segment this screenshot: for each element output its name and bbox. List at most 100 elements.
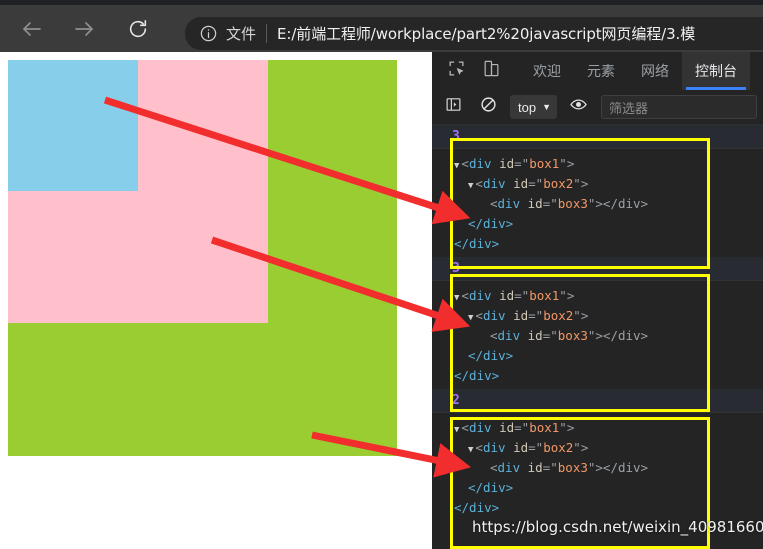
console-code-line[interactable]: ▼ <div id="box2">	[432, 437, 763, 457]
execution-context-select[interactable]: top ▼	[510, 95, 557, 119]
console-code-line[interactable]: </div>	[432, 497, 763, 517]
attr-value: box3	[557, 327, 588, 343]
console-sidebar-button[interactable]	[440, 94, 466, 120]
console-message-group[interactable]: 3 ▼ <div id="box1"> ▼ <div id="box2"> <div id…	[432, 125, 763, 257]
live-expression-button[interactable]	[565, 94, 591, 120]
attr-value: box1	[529, 419, 560, 435]
closing-tag: </div>	[468, 479, 514, 495]
console-code-line[interactable]: ▼ <div id="box2">	[432, 173, 763, 193]
disclosure-triangle-icon[interactable]: ▼	[454, 293, 459, 303]
console-code-line[interactable]: <div id="box3"></div>	[432, 325, 763, 345]
attr-name: id	[527, 195, 543, 211]
tab-network[interactable]: 网络	[628, 52, 682, 90]
disclosure-triangle-icon[interactable]: ▼	[454, 161, 459, 171]
console-code-line[interactable]: </div>	[432, 213, 763, 233]
code-line-content: </div>	[432, 500, 499, 515]
console-code-line[interactable]: ▼ <div id="box1">	[432, 285, 763, 305]
tab-console[interactable]: 控制台	[682, 52, 750, 90]
back-button[interactable]	[12, 9, 52, 49]
clear-console-button[interactable]	[475, 94, 501, 120]
console-code-line[interactable]: </div>	[432, 477, 763, 497]
angle-open: <	[475, 175, 483, 191]
clear-console-icon	[480, 96, 497, 118]
info-circle-icon[interactable]	[197, 23, 219, 45]
angle-open: <	[461, 155, 469, 171]
attr-eq: ="	[542, 195, 558, 211]
inspect-element-icon	[447, 59, 466, 83]
code-line-content: </div>	[432, 368, 499, 383]
attr-name: id	[499, 419, 515, 435]
closing-tag: </div>	[468, 347, 514, 363]
device-toolbar-button[interactable]	[476, 56, 506, 86]
console-dom-snippet[interactable]: ▼ <div id="box1"> ▼ <div id="box2"> <div id=…	[432, 281, 763, 389]
attr-eq: ="	[528, 307, 544, 323]
attr-name: id	[527, 459, 543, 475]
attr-name: id	[513, 439, 529, 455]
console-code-line[interactable]: </div>	[432, 345, 763, 365]
attr-name: id	[499, 287, 515, 303]
console-dom-snippet[interactable]: ▼ <div id="box1"> ▼ <div id="box2"> <div id=…	[432, 149, 763, 257]
tab-welcome[interactable]: 欢迎	[520, 52, 574, 90]
console-message-group[interactable]: 2 ▼ <div id="box1"> ▼ <div id="box2"> <div id…	[432, 389, 763, 521]
attr-eq: ="	[528, 439, 544, 455]
angle-close: ">	[573, 307, 589, 323]
console-code-line[interactable]: <div id="box3"></div>	[432, 457, 763, 477]
angle-open: <	[475, 439, 483, 455]
code-line-content: <div id="box3"></div>	[432, 196, 648, 211]
address-bar[interactable]: 文件 E:/前端工程师/workplace/part2%20javascript…	[185, 17, 763, 50]
console-code-line[interactable]: ▼ <div id="box2">	[432, 305, 763, 325]
console-code-line[interactable]: <div id="box3"></div>	[432, 193, 763, 213]
address-url-text[interactable]: E:/前端工程师/workplace/part2%20javascript网页编…	[277, 23, 763, 44]
forward-button[interactable]	[64, 9, 104, 49]
console-filter-placeholder: 筛选器	[609, 101, 649, 117]
code-line-content: <div id="box3"></div>	[432, 460, 648, 475]
angle-open: <	[490, 327, 498, 343]
console-message-group[interactable]: 3 ▼ <div id="box1"> ▼ <div id="box2"> <div id…	[432, 257, 763, 389]
console-code-line[interactable]: </div>	[432, 233, 763, 253]
tag-name: div	[497, 195, 521, 211]
disclosure-triangle-icon[interactable]: ▼	[468, 313, 473, 323]
box1-green	[8, 60, 397, 456]
tag-name: div	[497, 459, 521, 475]
angle-open: <	[490, 459, 498, 475]
angle-open: <	[461, 419, 469, 435]
tab-elements[interactable]: 元素	[574, 52, 628, 90]
console-message-count: 3	[432, 257, 763, 281]
tag-name: div	[482, 439, 506, 455]
tag-name: div	[497, 327, 521, 343]
attr-name: id	[499, 155, 515, 171]
reload-button[interactable]	[118, 9, 158, 49]
code-line-content: ▼ <div id="box2">	[432, 308, 588, 323]
code-line-content: ▼ <div id="box1">	[432, 156, 574, 171]
angle-close: ">	[573, 175, 589, 191]
console-code-line[interactable]: </div>	[432, 365, 763, 385]
tag-name: div	[468, 155, 492, 171]
console-message-list[interactable]: 3 ▼ <div id="box1"> ▼ <div id="box2"> <div id…	[432, 125, 763, 549]
console-code-line[interactable]: ▼ <div id="box1">	[432, 153, 763, 173]
console-code-line[interactable]: ▼ <div id="box1">	[432, 417, 763, 437]
tag-name: div	[482, 307, 506, 323]
angle-open: <	[475, 307, 483, 323]
closing-tag: </div>	[454, 367, 500, 383]
console-dom-snippet[interactable]: ▼ <div id="box1"> ▼ <div id="box2"> <div id=…	[432, 413, 763, 521]
code-line-content: </div>	[432, 236, 499, 251]
attr-eq: ="	[514, 155, 530, 171]
attr-eq: ="	[514, 419, 530, 435]
disclosure-triangle-icon[interactable]: ▼	[468, 181, 473, 191]
angle-close: "></div>	[587, 327, 649, 343]
console-filter-input[interactable]: 筛选器	[601, 95, 757, 119]
inspect-element-button[interactable]	[441, 56, 471, 86]
closing-tag: </div>	[454, 499, 500, 515]
code-line-content: ▼ <div id="box2">	[432, 440, 588, 455]
box2-pink	[8, 60, 268, 323]
attr-value: box2	[543, 439, 574, 455]
disclosure-triangle-icon[interactable]: ▼	[454, 425, 459, 435]
disclosure-triangle-icon[interactable]: ▼	[468, 445, 473, 455]
attr-value: box2	[543, 307, 574, 323]
devtools-tabbar: 欢迎 元素 网络 控制台	[432, 52, 763, 90]
code-line-content: ▼ <div id="box2">	[432, 176, 588, 191]
